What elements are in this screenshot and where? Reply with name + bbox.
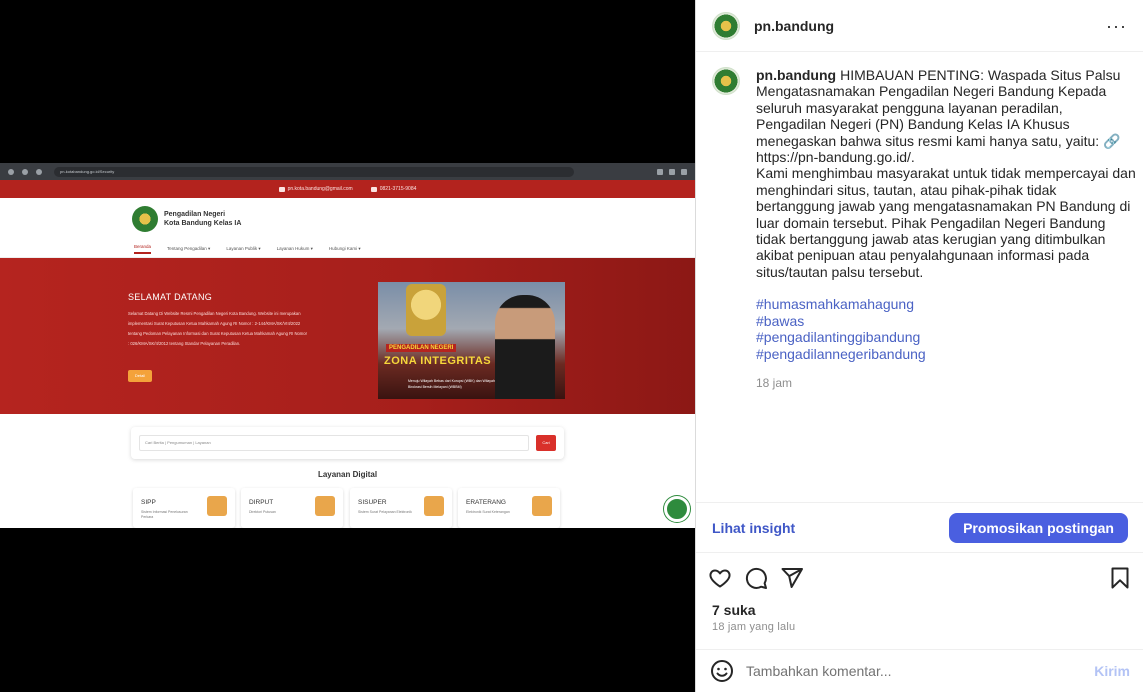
post-caption: pn.bandung HIMBAUAN PENTING: Waspada Situ… bbox=[712, 67, 1136, 391]
insight-bar: Lihat insight Promosikan postingan bbox=[696, 502, 1143, 553]
browser-toolbar: pn-kotabandung.go.id/Security bbox=[0, 163, 695, 180]
hero-text: Selamat Datang Di Website Resmi Pengadil… bbox=[128, 311, 308, 346]
post-timestamp: 18 jam yang lalu bbox=[712, 621, 796, 633]
more-options-icon[interactable]: ··· bbox=[1106, 17, 1127, 35]
site-hero: SELAMAT DATANG Selamat Datang Di Website… bbox=[0, 258, 695, 414]
site-name-line2: Kota Bandung Kelas IA bbox=[164, 220, 242, 227]
service-desc: Sistem Informasi Penelusuran Perkara bbox=[141, 510, 188, 519]
site-nav-item: Layanan Publik ▾ bbox=[226, 245, 261, 251]
post-media[interactable]: pn-kotabandung.go.id/Security pn.kota.ba… bbox=[0, 0, 695, 692]
profile-icon bbox=[669, 168, 675, 175]
menu-icon bbox=[681, 168, 687, 175]
browser-url: pn-kotabandung.go.id/Security bbox=[54, 166, 574, 177]
hero-button: Detail bbox=[128, 370, 152, 382]
whatsapp-icon bbox=[664, 496, 690, 522]
site-search-field: Cari Berita | Pengumuman | Layanan bbox=[139, 435, 529, 451]
avatar[interactable] bbox=[712, 11, 740, 40]
site-name: Pengadilan Negeri Kota Bandung Kelas IA bbox=[164, 210, 241, 228]
service-name: SISUPER bbox=[358, 499, 387, 506]
like-count[interactable]: 7 suka bbox=[712, 602, 756, 618]
service-card: SIPP Sistem Informasi Penelusuran Perkar… bbox=[133, 488, 235, 528]
promote-post-button[interactable]: Promosikan postingan bbox=[949, 512, 1128, 543]
view-insights-link[interactable]: Lihat insight bbox=[712, 520, 795, 536]
post-header: pn.bandung ··· bbox=[696, 0, 1143, 52]
post-username[interactable]: pn.bandung bbox=[754, 18, 834, 34]
hashtag-link[interactable]: #pengadilantinggibandung bbox=[756, 329, 1136, 345]
service-name: DIRPUT bbox=[249, 499, 274, 506]
caption-body: pn.bandung HIMBAUAN PENTING: Waspada Situ… bbox=[756, 67, 1136, 391]
layers-icon bbox=[532, 496, 552, 516]
share-send-icon[interactable] bbox=[780, 566, 804, 590]
banner-subtitle: PENGADILAN NEGERI bbox=[386, 344, 457, 352]
phone-icon bbox=[370, 186, 377, 192]
service-name: SIPP bbox=[141, 499, 156, 506]
comment-bubble-icon[interactable] bbox=[744, 566, 768, 590]
site-nav-item: Layanan Hukum ▾ bbox=[276, 245, 313, 251]
caption-text: HIMBAUAN PENTING: Waspada Situs Palsu Me… bbox=[756, 67, 1136, 280]
hashtag-link[interactable]: #bawas bbox=[756, 313, 1136, 329]
service-name: ERATERANG bbox=[466, 499, 506, 506]
hashtag-link[interactable]: #humasmahkamahagung bbox=[756, 296, 1136, 312]
service-desc: Elektronik Surat Keterangan bbox=[466, 510, 510, 514]
site-name-line1: Pengadilan Negeri bbox=[164, 211, 226, 218]
extension-icon bbox=[657, 168, 663, 175]
post-panel: pn.bandung ··· pn.bandung HIMBAUAN PENTIN… bbox=[695, 0, 1143, 692]
service-desc: Sistem Surat Pelayanan Elektronik bbox=[358, 510, 412, 514]
forward-icon bbox=[22, 168, 28, 175]
avatar[interactable] bbox=[712, 67, 740, 95]
site-nav-item: Beranda bbox=[134, 244, 152, 254]
service-desc: Direktori Putusan bbox=[249, 510, 276, 514]
service-card: ERATERANG Elektronik Surat Keterangan bbox=[458, 488, 560, 528]
post-actions bbox=[708, 565, 1132, 591]
judge-portrait bbox=[495, 295, 555, 399]
mail-icon bbox=[278, 186, 285, 192]
emoji-smiley-icon[interactable] bbox=[710, 659, 734, 683]
caption-time: 18 jam bbox=[756, 375, 793, 390]
document-icon bbox=[424, 496, 444, 516]
service-card: SISUPER Sistem Surat Pelayanan Elektroni… bbox=[350, 488, 452, 528]
site-nav-item: Tentang Pengadilan ▾ bbox=[167, 245, 211, 251]
site-nav: Beranda Tentang Pengadilan ▾ Layanan Pub… bbox=[0, 240, 695, 258]
like-heart-icon[interactable] bbox=[708, 566, 732, 590]
zona-integritas-banner: PENGADILAN NEGERI ZONA INTEGRITAS Menuju… bbox=[378, 282, 565, 399]
site-search-button: Cari bbox=[536, 435, 556, 451]
hashtag-link[interactable]: #pengadilannegeribandung bbox=[756, 346, 1136, 362]
site-nav-item: Hubungi Kami ▾ bbox=[328, 245, 361, 251]
website-screenshot: pn-kotabandung.go.id/Security pn.kota.ba… bbox=[0, 163, 695, 528]
digital-services-title: Layanan Digital bbox=[317, 470, 378, 479]
caption-username[interactable]: pn.bandung bbox=[756, 67, 836, 83]
medal-image bbox=[406, 284, 446, 336]
site-contact-strip: pn.kota.bandung@gmail.com 0821-3715-9084 bbox=[0, 180, 695, 198]
comment-input[interactable] bbox=[746, 663, 1095, 679]
comment-bar: Kirim bbox=[696, 649, 1143, 692]
site-header: Pengadilan Negeri Kota Bandung Kelas IA bbox=[0, 198, 695, 240]
banner-caption: Menuju Wilayah Bebas dari Korupsi (WBK) … bbox=[408, 379, 495, 389]
bookmark-icon[interactable] bbox=[1108, 566, 1132, 590]
service-card: DIRPUT Direktori Putusan bbox=[241, 488, 343, 528]
banner-title: ZONA INTEGRITAS bbox=[384, 355, 492, 367]
back-icon bbox=[8, 168, 14, 175]
reload-icon bbox=[36, 168, 42, 175]
post-comment-button[interactable]: Kirim bbox=[1094, 663, 1130, 679]
books-icon bbox=[315, 496, 335, 516]
scales-icon bbox=[207, 496, 227, 516]
site-phone: 0821-3715-9084 bbox=[379, 186, 417, 192]
hero-title: SELAMAT DATANG bbox=[128, 292, 213, 302]
site-search-card: Cari Berita | Pengumuman | Layanan Cari bbox=[131, 427, 564, 459]
court-logo bbox=[132, 206, 158, 232]
hashtag-list: #humasmahkamahagung #bawas #pengadilanti… bbox=[756, 296, 1136, 362]
site-email: pn.kota.bandung@gmail.com bbox=[287, 186, 353, 192]
